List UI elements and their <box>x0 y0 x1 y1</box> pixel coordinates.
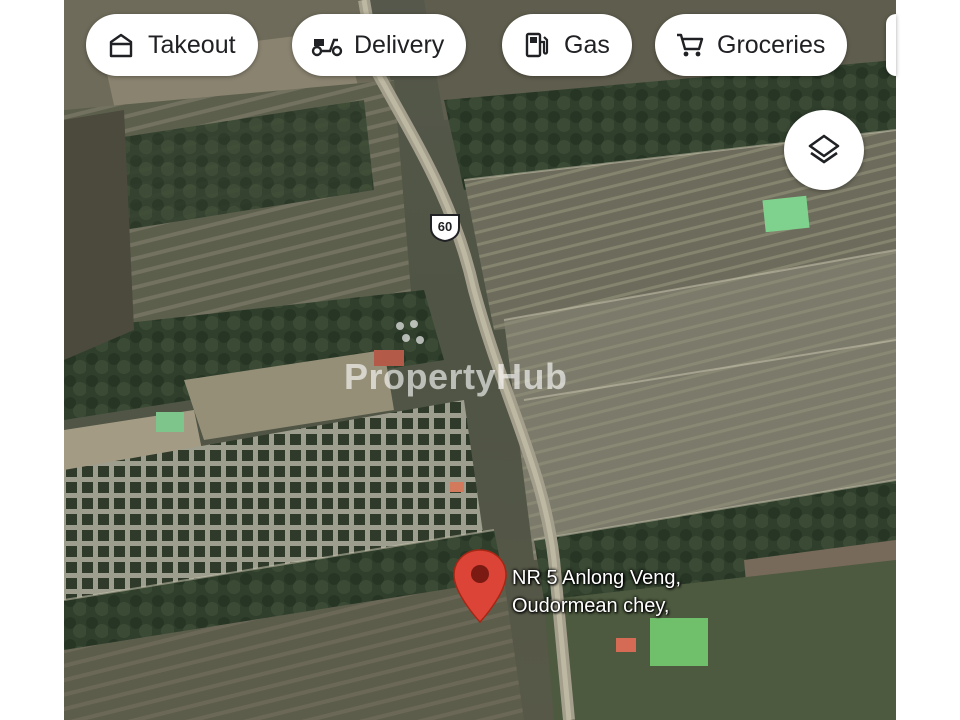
chip-gas[interactable]: Gas <box>502 14 632 76</box>
location-pin-icon <box>453 549 507 624</box>
road-shield-number: 60 <box>437 219 453 234</box>
chip-label: Takeout <box>148 30 236 59</box>
chip-label: Delivery <box>354 30 445 59</box>
delivery-scooter-icon <box>310 28 344 62</box>
chip-delivery[interactable]: Delivery <box>292 14 467 76</box>
shopping-cart-icon <box>673 28 707 62</box>
chip-takeout[interactable]: Takeout <box>86 14 258 76</box>
chip-label: Gas <box>564 30 610 59</box>
road-shield-60: 60 <box>428 212 462 242</box>
place-label[interactable]: NR 5 Anlong Veng, Oudormean chey, <box>512 564 752 620</box>
layers-icon <box>808 134 840 164</box>
chip-label: Groceries <box>717 30 826 59</box>
chip-more-partial[interactable] <box>886 14 896 76</box>
place-label-line2: Oudormean chey, <box>512 595 670 617</box>
watermark-logo-icon <box>396 320 424 344</box>
gas-station-icon <box>520 28 554 62</box>
takeout-icon <box>104 28 138 62</box>
chip-groceries[interactable]: Groceries <box>655 14 848 76</box>
place-label-line1: NR 5 Anlong Veng, <box>512 567 682 589</box>
watermark-text: PropertyHub <box>344 356 568 397</box>
layers-button[interactable] <box>784 110 864 190</box>
location-pin[interactable] <box>452 548 508 631</box>
